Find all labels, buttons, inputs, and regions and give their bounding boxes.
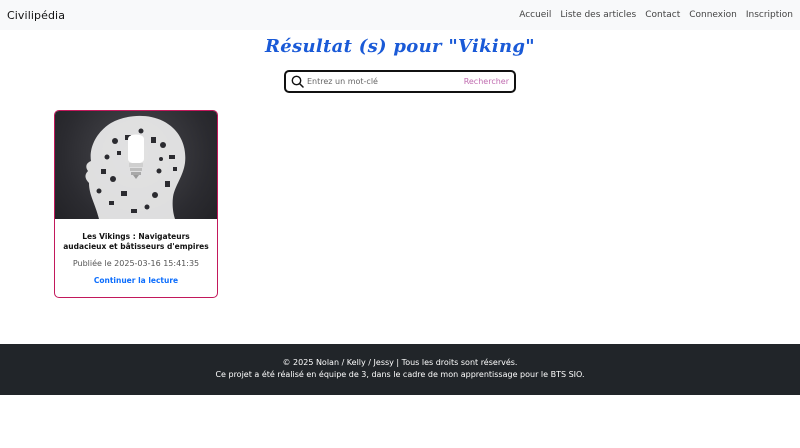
search-input[interactable] [307,77,464,86]
search-icon [290,75,304,89]
search-form: Rechercher [284,70,516,93]
continue-reading-link[interactable]: Continuer la lecture [94,276,178,285]
result-card: Les Vikings : Navigateurs audacieux et b… [54,110,218,298]
footer: © 2025 Nolan / Kelly / Jessy | Tous les … [0,344,800,395]
card-body: Les Vikings : Navigateurs audacieux et b… [55,219,217,287]
nav-links: Accueil Liste des articles Contact Conne… [519,10,793,20]
nav-link-accueil[interactable]: Accueil [519,10,551,20]
nav-link-connexion[interactable]: Connexion [689,10,737,20]
footer-project-note: Ce projet a été réalisé en équipe de 3, … [215,370,585,379]
brand-link[interactable]: Civilipédia [7,9,65,22]
page-title: Résultat (s) pour "Viking" [265,36,535,57]
nav-link-inscription[interactable]: Inscription [746,10,793,20]
nav-link-contact[interactable]: Contact [645,10,680,20]
navbar: Civilipédia Accueil Liste des articles C… [0,0,800,30]
article-title: Les Vikings : Navigateurs audacieux et b… [63,232,209,251]
footer-copyright: © 2025 Nolan / Kelly / Jessy | Tous les … [282,358,518,367]
search-button[interactable]: Rechercher [464,77,509,86]
nav-link-articles[interactable]: Liste des articles [560,10,636,20]
article-image[interactable] [55,111,217,219]
article-date: Publiée le 2025-03-16 15:41:35 [72,259,200,268]
